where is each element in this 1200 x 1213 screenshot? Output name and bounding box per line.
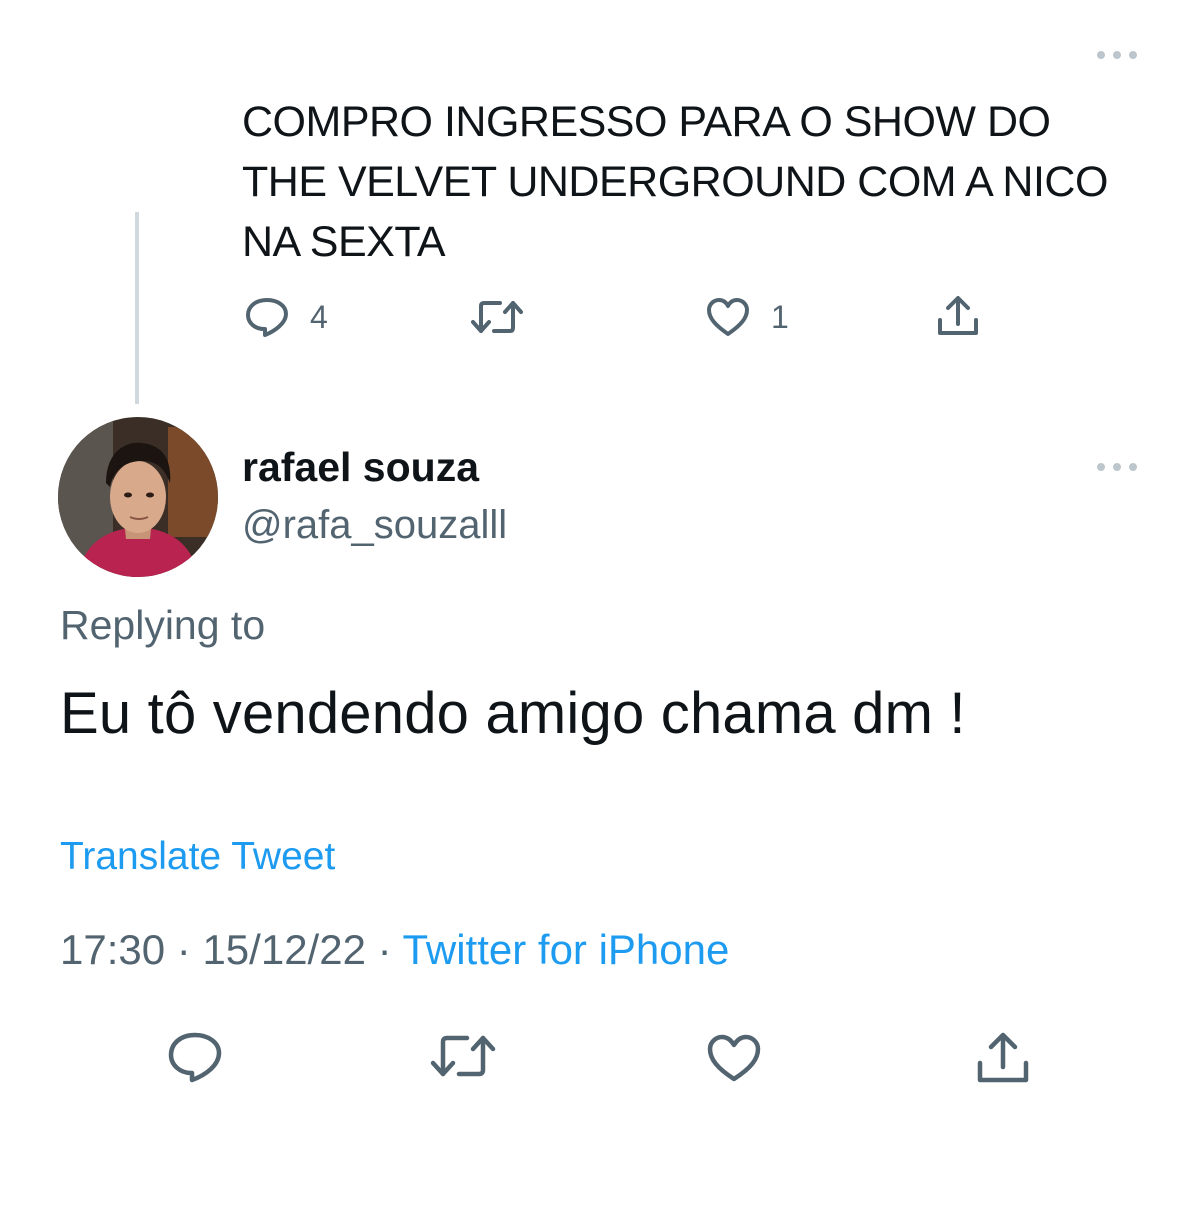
reply-icon: [246, 298, 288, 337]
share-button[interactable]: [975, 1030, 1031, 1086]
user-handle[interactable]: @rafa_souzalll: [242, 503, 507, 548]
reply-icon: [168, 1032, 222, 1083]
like-count: 1: [771, 299, 789, 335]
retweet-icon: [471, 301, 523, 333]
reply-button[interactable]: [166, 1030, 224, 1084]
more-options-icon[interactable]: [1097, 460, 1137, 474]
heart-icon: [707, 1034, 761, 1082]
tweet-time[interactable]: 17:30: [60, 926, 165, 973]
tweet-source-link[interactable]: Twitter for iPhone: [403, 926, 730, 973]
replying-to-label: Replying to: [60, 602, 266, 648]
share-icon: [977, 1032, 1029, 1083]
heart-icon: [707, 298, 749, 336]
retweet-button[interactable]: [430, 1032, 496, 1080]
parent-share-button[interactable]: [936, 294, 980, 338]
parent-like-button[interactable]: 1: [705, 296, 789, 338]
translate-tweet-link[interactable]: Translate Tweet: [60, 835, 335, 879]
tweet-metadata: 17:30 · 15/12/22 · Twitter for iPhone: [60, 926, 729, 974]
avatar[interactable]: [58, 417, 218, 577]
display-name[interactable]: rafael souza: [242, 444, 479, 491]
thread-connector-line: [135, 212, 139, 404]
meta-separator: ·: [176, 926, 191, 973]
more-options-icon[interactable]: [1097, 48, 1137, 62]
share-icon: [938, 296, 978, 335]
reply-count: 4: [310, 299, 328, 335]
meta-separator: ·: [377, 926, 392, 973]
parent-reply-button[interactable]: 4: [244, 296, 328, 338]
reply-tweet-text: Eu tô vendendo amigo chama dm !: [60, 681, 966, 746]
profile-photo: [58, 417, 218, 577]
like-button[interactable]: [705, 1032, 763, 1084]
retweet-icon: [430, 1035, 496, 1077]
tweet-date[interactable]: 15/12/22: [202, 926, 366, 973]
parent-retweet-button[interactable]: [470, 298, 524, 336]
parent-tweet-text: COMPRO INGRESSO PARA O SHOW DO THE VELVE…: [242, 98, 1108, 266]
